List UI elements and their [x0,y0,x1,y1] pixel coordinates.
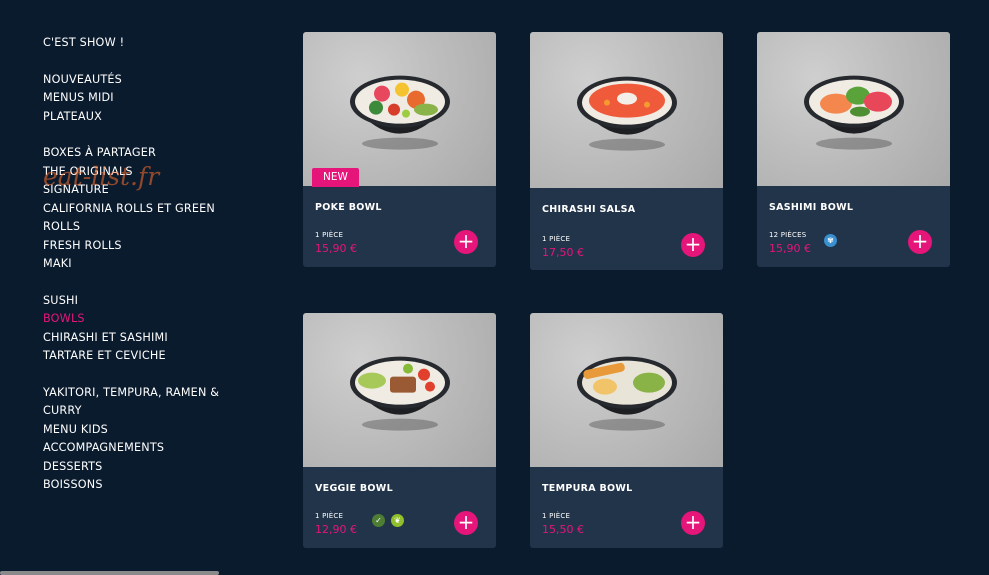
sidebar-item-signature[interactable]: SIGNATURE [43,181,243,200]
category-sidebar: C'EST SHOW ! NOUVEAUTÉS MENUS MIDI PLATE… [43,34,243,513]
add-to-cart-button[interactable]: + [454,230,478,254]
product-name: POKE BOWL [315,202,382,213]
sidebar-item-plateaux[interactable]: PLATEAUX [43,108,243,127]
new-badge: NEW [312,168,359,187]
horizontal-scrollbar[interactable] [0,571,219,575]
product-name: CHIRASHI SALSA [542,204,636,215]
sidebar-item-maki[interactable]: MAKI [43,255,243,274]
product-name: TEMPURA BOWL [542,483,633,494]
add-to-cart-button[interactable]: + [908,230,932,254]
product-photo [530,32,723,188]
product-photo: NEW [303,32,496,187]
tempura-bowl-image [576,356,677,431]
sidebar-group: NOUVEAUTÉS MENUS MIDI PLATEAUX [43,71,243,127]
sidebar-item-bowls[interactable]: BOWLS [43,310,243,329]
sidebar-item-tartare-et-ceviche[interactable]: TARTARE ET CEVICHE [43,347,243,366]
sidebar-item-boxes-a-partager[interactable]: BOXES À PARTAGER [43,144,243,163]
sidebar-group: BOXES À PARTAGER THE ORIGINALS SIGNATURE… [43,144,243,274]
product-card[interactable]: CHIRASHI SALSA 1 PIÈCE 17,50 € + [530,32,723,270]
gluten-free-icon: ✾ [824,234,837,247]
sidebar-item-desserts[interactable]: DESSERTS [43,458,243,477]
poke-bowl-image [349,75,450,150]
plus-icon: + [457,229,475,253]
product-pieces: 1 PIÈCE [542,235,571,243]
plus-icon: + [457,510,475,534]
plus-icon: + [684,232,702,256]
sidebar-item-nouveautes[interactable]: NOUVEAUTÉS [43,71,243,90]
sidebar-item-california-rolls[interactable]: CALIFORNIA ROLLS ET GREEN ROLLS [43,200,243,237]
product-pieces: 1 PIÈCE [542,512,571,520]
product-card[interactable]: NEW POKE BOWL 1 PIÈCE 15,90 € + [303,32,496,267]
sidebar-item-boissons[interactable]: BOISSONS [43,476,243,495]
sidebar-item-fresh-rolls[interactable]: FRESH ROLLS [43,237,243,256]
product-card[interactable]: TEMPURA BOWL 1 PIÈCE 15,50 € + [530,313,723,548]
product-pieces: 12 PIÈCES [769,231,807,239]
product-pieces: 1 PIÈCE [315,512,344,520]
product-price: 17,50 € [542,246,584,259]
chirashi-salsa-image [576,76,677,151]
product-price: 15,90 € [769,242,811,255]
sidebar-group: SUSHI BOWLS CHIRASHI ET SASHIMI TARTARE … [43,292,243,366]
product-price: 12,90 € [315,523,357,536]
product-photo [530,313,723,467]
veggie-bowl-image [349,356,450,431]
sidebar-item-chirashi-et-sashimi[interactable]: CHIRASHI ET SASHIMI [43,329,243,348]
vegetarian-icon: ✓ [372,514,385,527]
sidebar-item-yakitori-tempura-ramen-curry[interactable]: YAKITORI, TEMPURA, RAMEN & CURRY [43,384,243,421]
product-card[interactable]: SASHIMI BOWL 12 PIÈCES 15,90 € ✾ + [757,32,950,267]
sashimi-bowl-image [803,75,904,150]
sidebar-item-menu-kids[interactable]: MENU KIDS [43,421,243,440]
add-to-cart-button[interactable]: + [454,511,478,535]
sidebar-item-sushi[interactable]: SUSHI [43,292,243,311]
sidebar-item-menus-midi[interactable]: MENUS MIDI [43,89,243,108]
product-price: 15,90 € [315,242,357,255]
sidebar-group: C'EST SHOW ! [43,34,243,53]
product-card[interactable]: VEGGIE BOWL 1 PIÈCE 12,90 € ✓ ❦ + [303,313,496,548]
vegan-icon: ❦ [391,514,404,527]
add-to-cart-button[interactable]: + [681,511,705,535]
product-price: 15,50 € [542,523,584,536]
product-name: VEGGIE BOWL [315,483,393,494]
sidebar-item-accompagnements[interactable]: ACCOMPAGNEMENTS [43,439,243,458]
product-pieces: 1 PIÈCE [315,231,344,239]
plus-icon: + [684,510,702,534]
sidebar-item-the-originals[interactable]: THE ORIGINALS [43,163,243,182]
plus-icon: + [911,229,929,253]
product-photo [303,313,496,467]
product-photo [757,32,950,186]
add-to-cart-button[interactable]: + [681,233,705,257]
product-name: SASHIMI BOWL [769,202,854,213]
sidebar-group: YAKITORI, TEMPURA, RAMEN & CURRY MENU KI… [43,384,243,495]
sidebar-item-cest-show[interactable]: C'EST SHOW ! [43,34,243,53]
